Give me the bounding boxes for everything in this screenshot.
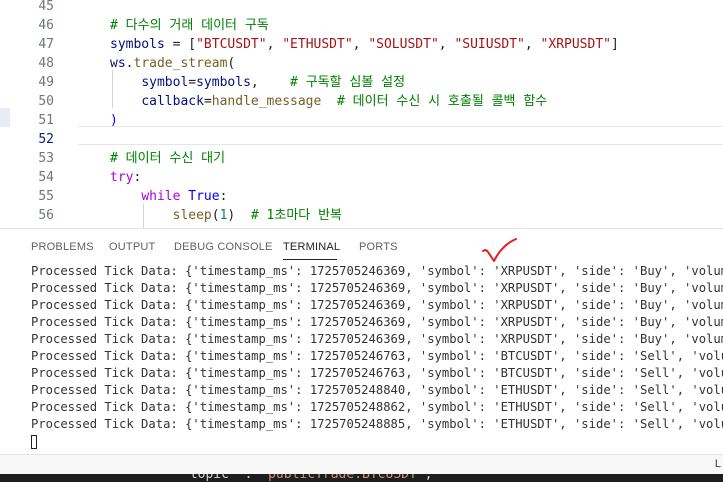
code-line: # 데이터 수신 대기 bbox=[110, 149, 225, 168]
code-token: symbols bbox=[110, 37, 165, 52]
code-token: ) bbox=[110, 113, 118, 128]
code-token: symbols bbox=[196, 75, 251, 90]
code-token: = bbox=[188, 75, 197, 90]
background-code-line: 'topic' : 'publicTrade.BTCUSDT', bbox=[182, 474, 432, 482]
line-number: 48 bbox=[38, 56, 54, 71]
tab-output[interactable]: OUTPUT bbox=[109, 241, 155, 253]
code-token: # 데이터 수신 시 호출될 콜백 함수 bbox=[337, 94, 548, 109]
code-token: callback bbox=[141, 94, 204, 109]
line-number: 52 bbox=[38, 132, 54, 147]
code-token: try bbox=[110, 170, 134, 185]
code-token: , bbox=[250, 75, 291, 90]
background-value: publicTrade.BTCUSDT bbox=[268, 474, 417, 482]
code-token: = [ bbox=[164, 37, 197, 52]
code-line: symbol=symbols, # 구독할 심볼 설정 bbox=[110, 73, 405, 92]
code-token: # 다수의 거래 데이터 구독 bbox=[110, 18, 269, 33]
terminal-line: Processed Tick Data: {'timestamp_ms': 17… bbox=[31, 264, 723, 278]
line-number: 47 bbox=[38, 37, 54, 52]
terminal-line: Processed Tick Data: {'timestamp_ms': 17… bbox=[31, 332, 723, 346]
code-line: while True: bbox=[110, 187, 227, 206]
terminal-cursor bbox=[31, 435, 37, 449]
status-bar: L bbox=[0, 454, 723, 474]
terminal-line: Processed Tick Data: {'timestamp_ms': 17… bbox=[31, 383, 723, 397]
line-number: 46 bbox=[38, 18, 54, 33]
tab-problems[interactable]: PROBLEMS bbox=[31, 241, 94, 253]
status-line-indicator[interactable]: L bbox=[715, 458, 721, 470]
code-line: callback=handle_message # 데이터 수신 시 호출될 콜… bbox=[110, 92, 547, 111]
background-key: topic bbox=[189, 474, 229, 482]
code-token: : bbox=[133, 170, 142, 185]
active-tab-indicator bbox=[283, 259, 337, 260]
terminal-line: Processed Tick Data: {'timestamp_ms': 17… bbox=[31, 417, 723, 431]
terminal-line: Processed Tick Data: {'timestamp_ms': 17… bbox=[31, 281, 723, 295]
code-token: # 데이터 수신 대기 bbox=[110, 151, 226, 166]
code-token: "ETHUSDT" bbox=[282, 37, 353, 52]
code-token: , bbox=[524, 37, 541, 52]
code-line: symbols = ["BTCUSDT", "ETHUSDT", "SOLUSD… bbox=[110, 35, 619, 54]
code-token: , bbox=[352, 37, 369, 52]
code-token: ) bbox=[227, 208, 251, 223]
current-line-highlight bbox=[78, 126, 723, 145]
code-token: sleep bbox=[172, 208, 212, 223]
code-token: handle_message bbox=[211, 94, 322, 109]
code-line: try: bbox=[110, 168, 141, 187]
code-token: symbol bbox=[141, 75, 189, 90]
panel-tabs: PROBLEMS OUTPUT DEBUG CONSOLE TERMINAL P… bbox=[0, 229, 723, 265]
background-window: 'topic' : 'publicTrade.BTCUSDT', bbox=[0, 474, 723, 482]
line-number: 45 bbox=[38, 0, 54, 14]
line-number: 56 bbox=[38, 208, 54, 223]
code-token: , bbox=[438, 37, 455, 52]
line-number: 49 bbox=[38, 75, 54, 90]
code-token: trade_stream bbox=[133, 56, 228, 71]
line-number: 55 bbox=[38, 189, 54, 204]
code-token: , bbox=[266, 37, 283, 52]
terminal-line: Processed Tick Data: {'timestamp_ms': 17… bbox=[31, 400, 723, 414]
tab-terminal[interactable]: TERMINAL bbox=[283, 241, 340, 253]
code-token: True bbox=[188, 189, 220, 204]
terminal-line: Processed Tick Data: {'timestamp_ms': 17… bbox=[31, 298, 723, 312]
terminal-line: Processed Tick Data: {'timestamp_ms': 17… bbox=[31, 349, 723, 363]
indent-guide bbox=[143, 204, 144, 228]
code-line: ) bbox=[110, 111, 118, 130]
code-token: ] bbox=[611, 37, 619, 52]
code-line: ws.trade_stream( bbox=[110, 54, 235, 73]
code-token: "SOLUSDT" bbox=[368, 37, 439, 52]
code-token: "BTCUSDT" bbox=[196, 37, 267, 52]
line-number: 54 bbox=[38, 170, 54, 185]
code-token: : bbox=[219, 189, 228, 204]
indent-guide bbox=[112, 70, 113, 108]
line-number: 51 bbox=[38, 113, 54, 128]
terminal-line: Processed Tick Data: {'timestamp_ms': 17… bbox=[31, 366, 723, 380]
tab-ports[interactable]: PORTS bbox=[359, 241, 398, 253]
code-token: # 구독할 심볼 설정 bbox=[290, 75, 406, 90]
code-token: # 1초마다 반복 bbox=[250, 208, 343, 223]
code-editor[interactable]: 45 46 # 다수의 거래 데이터 구독 47 symbols = ["BTCUSDT… bbox=[0, 0, 723, 228]
bottom-panel: PROBLEMS OUTPUT DEBUG CONSOLE TERMINAL P… bbox=[0, 228, 723, 454]
code-token: "XRPUSDT" bbox=[540, 37, 611, 52]
terminal-line: Processed Tick Data: {'timestamp_ms': 17… bbox=[31, 315, 723, 329]
code-token: "SUIUSDT" bbox=[454, 37, 525, 52]
code-token: ( bbox=[211, 208, 220, 223]
red-checkmark-icon bbox=[482, 238, 517, 262]
tab-debug-console[interactable]: DEBUG CONSOLE bbox=[174, 241, 273, 253]
code-token: while bbox=[141, 189, 181, 204]
code-line: # 다수의 거래 데이터 구독 bbox=[110, 16, 269, 35]
line-number: 53 bbox=[38, 151, 54, 166]
code-token: = bbox=[203, 94, 212, 109]
code-line: sleep(1) # 1초마다 반복 bbox=[110, 206, 342, 225]
code-token: ( bbox=[227, 56, 236, 71]
code-token: ws bbox=[110, 56, 126, 71]
line-number: 50 bbox=[38, 94, 54, 109]
